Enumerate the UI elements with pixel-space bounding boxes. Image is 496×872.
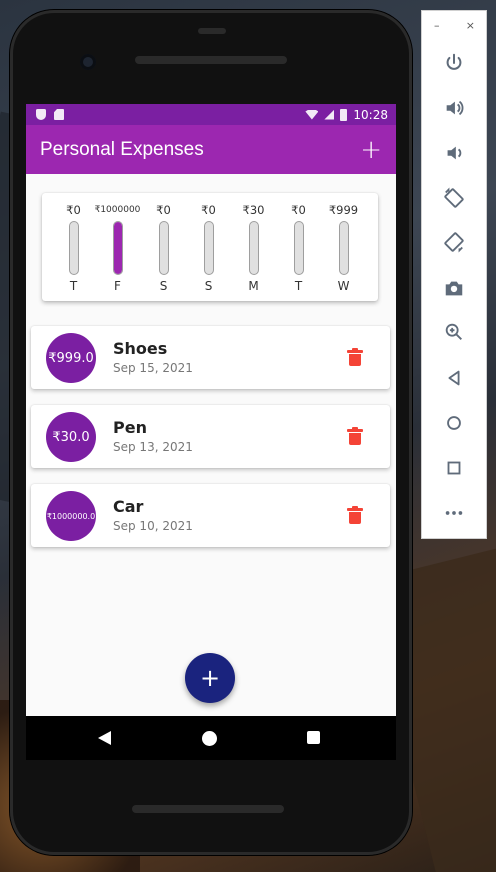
- status-bar: 10:28: [26, 104, 396, 125]
- bar-amount-label: ₹0: [291, 202, 306, 217]
- rotate-left-icon[interactable]: [442, 186, 466, 210]
- chart-bar-column: ₹1000000 F: [94, 193, 141, 301]
- minimize-button[interactable]: –: [434, 19, 440, 32]
- bar-amount-label: ₹0: [156, 202, 171, 217]
- delete-icon[interactable]: [347, 506, 363, 524]
- nav-back-icon[interactable]: [98, 731, 111, 745]
- app-bar: Personal Expenses +: [26, 125, 396, 174]
- amount-avatar: ₹999.0: [46, 333, 96, 383]
- transaction-item: ₹1000000.0 Car Sep 10, 2021: [31, 484, 390, 547]
- bottom-speaker: [132, 805, 284, 813]
- system-nav-bar: [26, 716, 396, 760]
- power-icon[interactable]: [442, 51, 466, 75]
- amount-avatar: ₹1000000.0: [46, 491, 96, 541]
- sim-card-icon: [54, 109, 64, 120]
- bar-amount-label: ₹999: [328, 202, 359, 217]
- bar-track: [68, 221, 79, 275]
- bar-track: [293, 221, 304, 275]
- bar-track: [338, 221, 349, 275]
- top-sensor: [198, 28, 226, 34]
- chart-bar-column: ₹30 M: [231, 193, 276, 301]
- transaction-title: Shoes: [113, 339, 168, 358]
- volume-up-icon[interactable]: [442, 96, 466, 120]
- bar-amount-label: ₹1000000: [94, 204, 141, 215]
- shield-icon: [36, 109, 46, 120]
- back-icon[interactable]: [442, 366, 466, 390]
- battery-icon: [340, 108, 348, 121]
- wifi-icon: [305, 109, 319, 120]
- bar-day-label: T: [294, 279, 303, 293]
- app-title: Personal Expenses: [40, 138, 204, 160]
- signal-icon: [324, 109, 335, 120]
- bar-day-label: T: [69, 279, 78, 293]
- add-expense-button[interactable]: +: [360, 137, 382, 163]
- bar-fill: [113, 222, 122, 274]
- transaction-title: Pen: [113, 418, 147, 437]
- overview-icon[interactable]: [442, 456, 466, 480]
- delete-icon[interactable]: [347, 427, 363, 445]
- weekly-chart-card: ₹0 T ₹1000000 F ₹0 S ₹0 S ₹30 M ₹0 T ₹999 W: [42, 193, 378, 301]
- transaction-date: Sep 13, 2021: [113, 440, 193, 454]
- chart-bar-column: ₹0 S: [141, 193, 186, 301]
- rotate-right-icon[interactable]: [442, 230, 466, 254]
- chart-bar-column: ₹0 T: [51, 193, 96, 301]
- transaction-item: ₹30.0 Pen Sep 13, 2021: [31, 405, 390, 468]
- transaction-title: Car: [113, 497, 144, 516]
- bar-track: [203, 221, 214, 275]
- volume-down-icon[interactable]: [442, 141, 466, 165]
- status-time: 10:28: [353, 107, 388, 122]
- zoom-icon[interactable]: [442, 320, 466, 344]
- close-button[interactable]: ×: [466, 19, 475, 32]
- camera-icon[interactable]: [442, 276, 466, 300]
- device-screen: 10:28 Personal Expenses + ₹0 T ₹1000000 F ₹0…: [26, 104, 396, 716]
- bar-track: [112, 221, 123, 275]
- bar-day-label: S: [204, 279, 213, 293]
- bar-day-label: W: [337, 279, 350, 293]
- delete-icon[interactable]: [347, 348, 363, 366]
- front-camera: [80, 54, 96, 70]
- add-transaction-fab[interactable]: +: [185, 653, 235, 703]
- bar-amount-label: ₹0: [201, 202, 216, 217]
- bar-track: [158, 221, 169, 275]
- more-icon[interactable]: [442, 501, 466, 525]
- emulator-toolbar: – ×: [421, 10, 487, 539]
- bar-day-label: S: [159, 279, 168, 293]
- bar-day-label: M: [248, 279, 259, 293]
- chart-bar-column: ₹0 T: [276, 193, 321, 301]
- bar-track: [248, 221, 259, 275]
- amount-avatar: ₹30.0: [46, 412, 96, 462]
- transaction-date: Sep 15, 2021: [113, 361, 193, 375]
- home-icon[interactable]: [442, 411, 466, 435]
- nav-home-icon[interactable]: [202, 731, 217, 746]
- bar-day-label: F: [114, 279, 121, 293]
- bar-amount-label: ₹30: [242, 202, 265, 217]
- transaction-date: Sep 10, 2021: [113, 519, 193, 533]
- bar-amount-label: ₹0: [66, 202, 81, 217]
- nav-recents-icon[interactable]: [307, 731, 320, 744]
- weekly-bars: ₹0 T ₹1000000 F ₹0 S ₹0 S ₹30 M ₹0 T ₹999 W: [42, 193, 378, 301]
- earpiece-speaker: [135, 56, 287, 64]
- transaction-item: ₹999.0 Shoes Sep 15, 2021: [31, 326, 390, 389]
- chart-bar-column: ₹0 S: [186, 193, 231, 301]
- chart-bar-column: ₹999 W: [321, 193, 366, 301]
